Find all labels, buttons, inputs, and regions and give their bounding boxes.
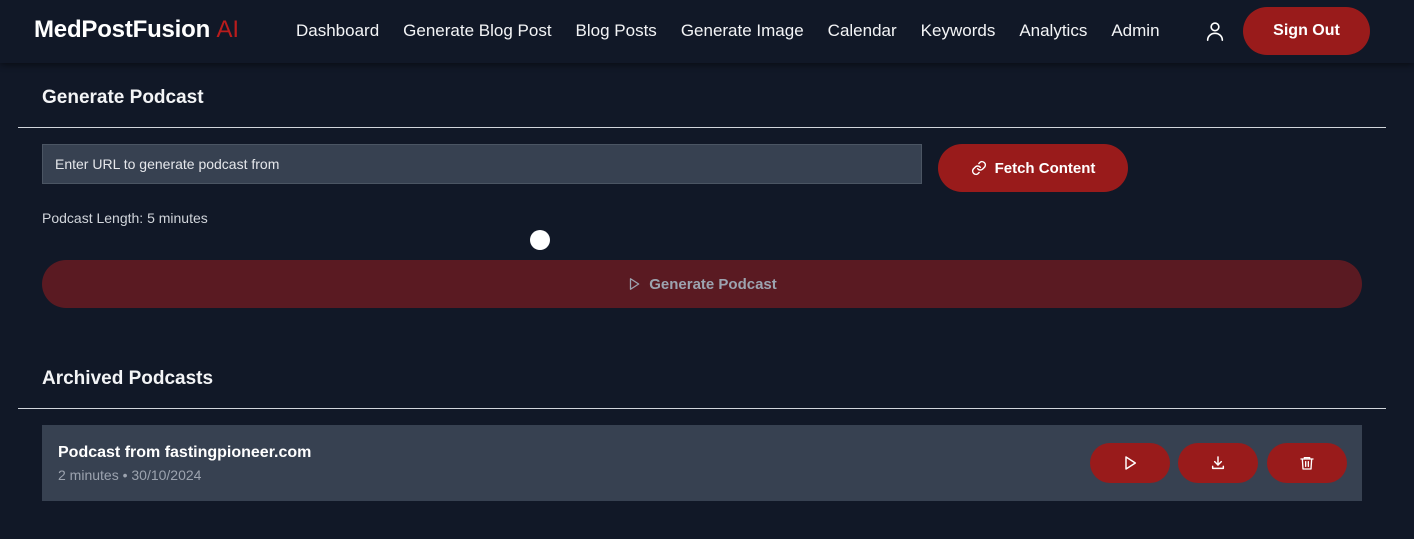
- link-icon: [971, 160, 986, 176]
- podcast-length-label: Podcast Length: 5 minutes: [42, 210, 208, 226]
- brand-accent: AI: [216, 16, 239, 43]
- podcast-length-slider-thumb[interactable]: [530, 230, 550, 250]
- user-icon[interactable]: [1204, 20, 1226, 42]
- nav-link-generate-image[interactable]: Generate Image: [681, 21, 804, 41]
- download-podcast-button[interactable]: [1178, 443, 1258, 483]
- nav-link-admin[interactable]: Admin: [1111, 21, 1159, 41]
- brand-logo[interactable]: MedPostFusion AI: [34, 16, 239, 44]
- fetch-content-label: Fetch Content: [994, 159, 1096, 177]
- section-divider: [18, 127, 1386, 128]
- section-divider: [18, 408, 1386, 409]
- brand-name: MedPostFusion: [34, 16, 211, 43]
- nav-links: Dashboard Generate Blog Post Blog Posts …: [296, 21, 1160, 41]
- nav-link-blog-posts[interactable]: Blog Posts: [576, 21, 657, 41]
- trash-icon: [1300, 457, 1314, 470]
- nav-link-keywords[interactable]: Keywords: [921, 21, 996, 41]
- list-item: Podcast from fastingpioneer.com 2 minute…: [42, 425, 1362, 501]
- url-input[interactable]: [42, 144, 922, 184]
- delete-podcast-button[interactable]: [1267, 443, 1347, 483]
- generate-podcast-button[interactable]: Generate Podcast: [42, 260, 1362, 308]
- download-icon: [1211, 456, 1225, 470]
- nav-link-generate-blog-post[interactable]: Generate Blog Post: [403, 21, 551, 41]
- generate-podcast-title: Generate Podcast: [42, 87, 204, 108]
- nav-link-dashboard[interactable]: Dashboard: [296, 21, 379, 41]
- nav-link-calendar[interactable]: Calendar: [828, 21, 897, 41]
- nav-link-analytics[interactable]: Analytics: [1019, 21, 1087, 41]
- generate-podcast-label: Generate Podcast: [649, 275, 777, 293]
- play-icon: [630, 278, 640, 290]
- sign-out-button[interactable]: Sign Out: [1243, 7, 1370, 55]
- podcast-title: Podcast from fastingpioneer.com: [58, 444, 312, 461]
- play-podcast-button[interactable]: [1090, 443, 1170, 483]
- archived-podcasts-title: Archived Podcasts: [42, 368, 214, 389]
- play-icon: [1125, 456, 1137, 470]
- top-navbar: MedPostFusion AI Dashboard Generate Blog…: [0, 0, 1414, 63]
- fetch-content-button[interactable]: Fetch Content: [938, 144, 1128, 192]
- podcast-meta: 2 minutes • 30/10/2024: [58, 467, 202, 483]
